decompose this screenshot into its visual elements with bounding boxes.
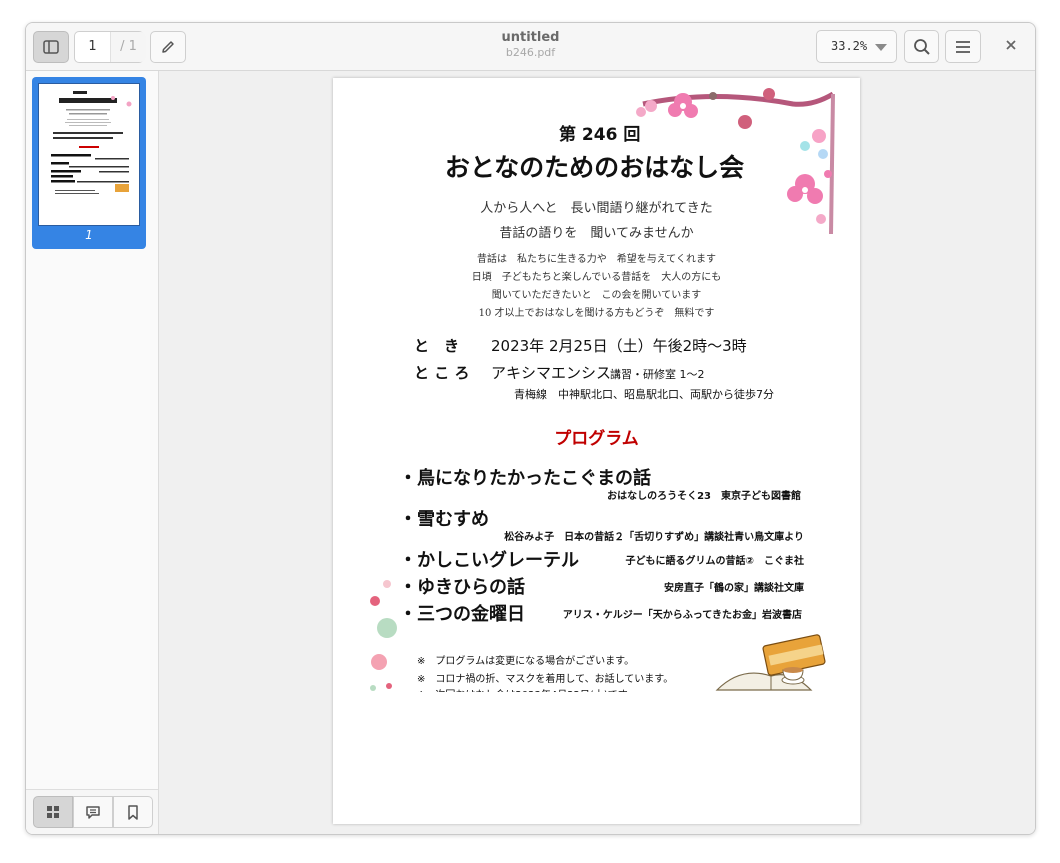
search-button[interactable]: [904, 30, 939, 63]
access-info: 青梅線 中神駅北口、昭島駅北口、両駅から徒歩7分: [514, 388, 774, 401]
body-line-2: 日頃 子どもたちと楽しんでいる昔話を 大人の方にも: [471, 272, 722, 283]
when-label: と き: [414, 337, 460, 355]
close-button[interactable]: [1003, 37, 1019, 53]
program-title: ・ゆきひらの話: [399, 577, 525, 598]
grid-icon: [47, 806, 59, 818]
program-source: おはなしのろうそく23 東京子ども図書館: [607, 491, 801, 502]
program-source: 松谷みよ子 日本の昔話２「舌切りすずめ」講談社青い鳥文庫より: [504, 532, 804, 543]
thumbnail-sidebar: 1: [26, 71, 159, 834]
body-line-4: 10 才以上でおはなしを聞ける方もどうぞ 無料です: [478, 308, 715, 319]
decorative-dots: [370, 580, 397, 691]
program-title: ・三つの金曜日: [399, 604, 525, 625]
header-bar: 1 / 1 untitled b246.pdf 33.2%: [26, 23, 1035, 71]
pdf-page: 第 246 回 おとなのためのおはなし会 人から人へと 長い間語り継がれてきた …: [333, 78, 860, 824]
when-value: 2023年 2月25日（土）午後2時～3時: [491, 337, 747, 355]
where-label: と こ ろ: [414, 364, 470, 382]
tagline-line-1: 人から人へと 長い間語り継がれてきた: [480, 201, 713, 216]
thumbnail-page-number: 1: [85, 228, 93, 242]
chevron-down-icon: [875, 44, 887, 51]
close-icon: [1006, 40, 1016, 50]
program-source: 安房直子「鶴の家」講談社文庫: [664, 583, 804, 594]
page-thumbnail[interactable]: [38, 83, 140, 226]
tagline-line-2: 昔話の語りを 聞いてみませんか: [499, 226, 694, 241]
sidebar-view-switcher: [26, 789, 158, 834]
program-title: ・かしこいグレーテル: [399, 550, 579, 571]
thumbnails-view-button[interactable]: [33, 796, 73, 828]
program-source: 子どもに語るグリムの昔話② こぐま社: [625, 556, 804, 567]
body-line-3: 聞いていただきたいと この会を開いています: [491, 290, 702, 301]
body-line-1: 昔話は 私たちに生きる力や 希望を与えてくれます: [477, 254, 716, 265]
program-title: ・雪むすめ: [399, 509, 489, 530]
thumbnail-item[interactable]: 1: [32, 77, 146, 249]
program-heading: プログラム: [554, 429, 639, 449]
document-view[interactable]: 第 246 回 おとなのためのおはなし会 人から人へと 長い間語り継がれてきた …: [159, 71, 1035, 834]
main-menu-button[interactable]: [945, 30, 981, 63]
hamburger-menu-icon: [956, 40, 970, 53]
annotations-view-button[interactable]: [73, 796, 113, 828]
comment-icon: [86, 805, 100, 819]
bookmark-icon: [128, 804, 138, 820]
book-tea-illustration: [715, 634, 826, 691]
program-source: アリス・ケルジー「天からふってきたお金」岩波書店: [562, 610, 802, 621]
note-line: ※ コロナ禍の折、マスクを着用して、お話しています。: [417, 674, 674, 685]
zoom-select[interactable]: 33.2%: [816, 30, 897, 63]
bookmarks-view-button[interactable]: [113, 796, 153, 828]
document-viewer-window: 1 / 1 untitled b246.pdf 33.2% 1 第 246 回 …: [25, 22, 1036, 835]
zoom-value: 33.2%: [831, 39, 868, 53]
search-icon: [913, 38, 930, 55]
event-series-number: 第 246 回: [559, 125, 641, 145]
thumbnail-preview: [51, 91, 132, 194]
where-room: 講習・研修室 1～2: [610, 368, 705, 381]
note-line: ※ 次回おはなし会は2023年4月22日(土)です。: [417, 686, 637, 692]
note-line: ※ プログラムは変更になる場合がございます。: [417, 656, 635, 667]
event-title: おとなのためのおはなし会: [444, 153, 745, 182]
where-value: アキシマエンシス: [491, 364, 612, 382]
